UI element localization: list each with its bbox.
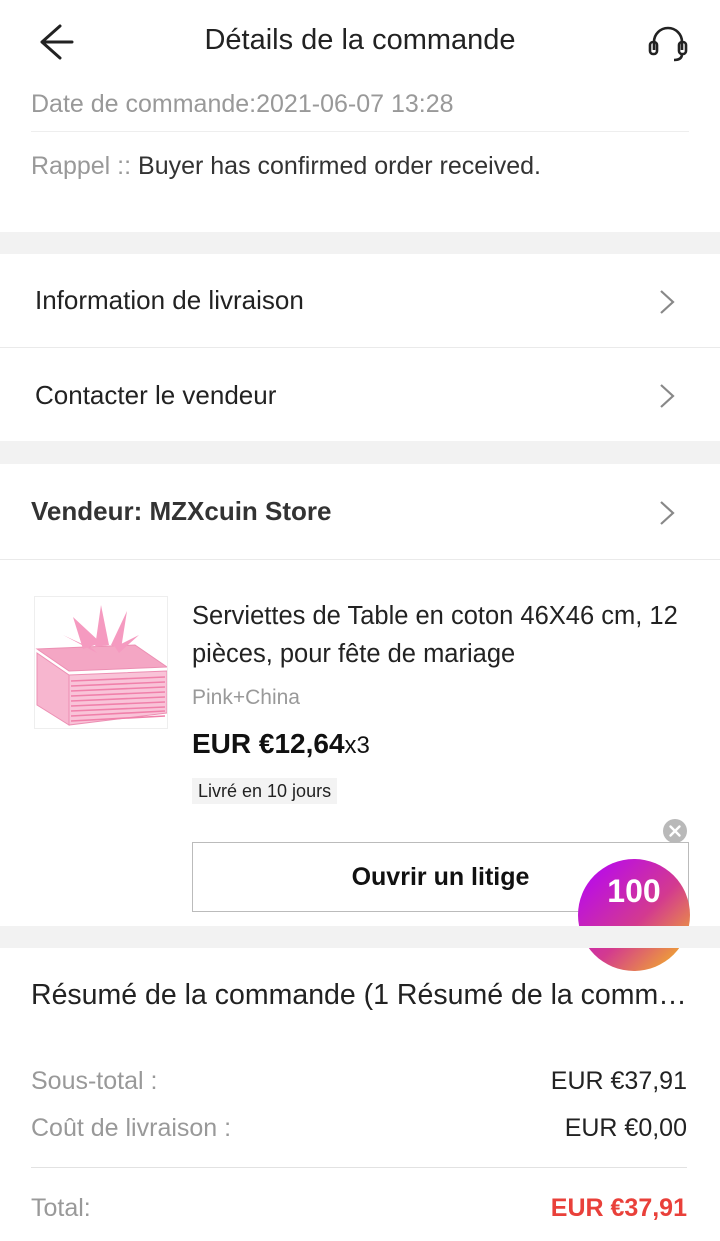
quantity: x3 — [344, 732, 370, 759]
order-summary-title: Résumé de la commande (1 Résumé de la co… — [31, 979, 691, 1011]
contact-seller-link[interactable]: Contacter le vendeur — [0, 348, 720, 442]
seller-store-link[interactable]: Vendeur: MZXcuin Store — [0, 464, 720, 560]
shipping-value: EUR €0,00 — [564, 1114, 687, 1142]
delivery-info-label: Information de livraison — [35, 285, 304, 315]
chevron-right-icon — [660, 290, 675, 314]
product-price: EUR €12,64x3 — [192, 728, 370, 760]
contact-seller-label: Contacter le vendeur — [35, 379, 277, 410]
shipping-label: Coût de livraison : — [31, 1114, 232, 1142]
delivery-time-badge: Livré en 10 jours — [192, 778, 338, 804]
subtotal-row: Sous-total : EUR €37,91 — [31, 1067, 687, 1096]
product-variant: Pink+China — [192, 686, 300, 709]
promo-coin-badge[interactable]: 100 — [578, 859, 690, 971]
page-title: Détails de la commande — [204, 24, 516, 56]
total-label: Total: — [31, 1194, 91, 1222]
seller-name: Vendeur: MZXcuin Store — [31, 496, 332, 526]
delivery-info-link[interactable]: Information de livraison — [0, 254, 720, 348]
subtotal-value: EUR €37,91 — [550, 1067, 687, 1095]
reminder-label: Rappel :: — [31, 152, 132, 180]
product-title[interactable]: Serviettes de Table en coton 46X46 cm, 1… — [192, 597, 692, 673]
top-bar: Détails de la commande — [0, 0, 720, 86]
order-reminder: Rappel :: Buyer has confirmed order rece… — [31, 152, 689, 181]
total-row: Total: EUR €37,91 — [31, 1194, 687, 1223]
order-date: Date de commande:2021-06-07 13:28 — [31, 90, 689, 132]
chevron-right-icon — [660, 501, 675, 525]
section-divider — [0, 232, 720, 254]
coin-value: 100 — [607, 873, 661, 909]
unit-price: EUR €12,64 — [192, 728, 345, 759]
reminder-text: Buyer has confirmed order received. — [138, 152, 541, 180]
subtotal-label: Sous-total : — [31, 1067, 158, 1095]
headset-support-icon[interactable] — [644, 20, 692, 64]
section-divider — [0, 926, 720, 948]
chevron-right-icon — [660, 384, 675, 408]
section-divider — [0, 441, 720, 464]
total-value: EUR €37,91 — [550, 1194, 687, 1222]
close-icon[interactable] — [663, 819, 687, 843]
product-thumbnail[interactable] — [34, 596, 168, 729]
summary-divider — [31, 1167, 687, 1168]
shipping-row: Coût de livraison : EUR €0,00 — [31, 1114, 687, 1143]
